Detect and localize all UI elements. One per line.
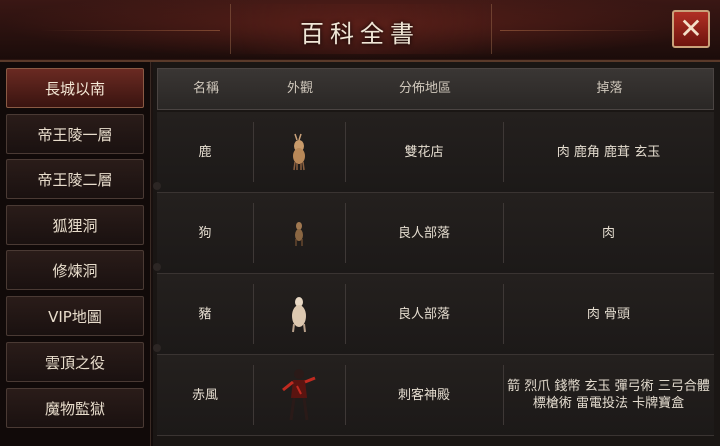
table-row[interactable]: 鹿 雙花店 肉 鹿角 鹿茸 玄玉 [153, 112, 714, 193]
drops-text: 肉 [601, 225, 615, 241]
monster-location: 良人部落 [397, 306, 450, 322]
header-drops: 掉落 [596, 81, 623, 96]
deer-icon [293, 133, 305, 171]
sidebar-item-fox-cave[interactable]: 狐狸洞 [6, 205, 144, 245]
table-row[interactable]: 豬 良人部落 肉 骨頭 [153, 274, 714, 355]
table-row[interactable]: 狗 良人部落 肉 [153, 193, 714, 274]
monster-appearance [253, 274, 345, 354]
sidebar-item-monster-prison[interactable]: 魔物監獄 [6, 388, 144, 428]
monster-drops: 肉 骨頭 [503, 274, 714, 354]
dog-icon [295, 222, 303, 246]
monster-location: 刺客神殿 [397, 387, 450, 403]
close-button[interactable]: ✕ [672, 10, 710, 48]
sidebar-item-changcheng[interactable]: 長城以南 [6, 68, 144, 108]
warrior-icon [282, 369, 316, 421]
table-row[interactable]: 赤風 刺客神殿 箭 烈爪 錢幣 玄玉 彈弓術 三弓合體 標槍術 雷電投法 卡牌寶… [157, 355, 714, 436]
monster-drops: 肉 [503, 193, 714, 273]
monster-drops: 肉 鹿角 鹿茸 玄玉 [503, 112, 714, 192]
monster-name: 赤風 [191, 387, 218, 403]
title-decoration-right [500, 30, 660, 31]
sidebar-item-imperial-tomb-2[interactable]: 帝王陵二層 [6, 159, 144, 199]
drops-text: 標槍術 雷電投法 卡牌寶盒 [532, 396, 685, 411]
header-location: 分佈地區 [398, 81, 451, 96]
map-sidebar: 長城以南 帝王陵一層 帝王陵二層 狐狸洞 修煉洞 VIP地圖 雲頂之役 魔物監獄 [0, 62, 151, 446]
monster-location: 雙花店 [404, 144, 444, 160]
monster-table: 名稱 外觀 分佈地區 掉落 鹿 雙花店 肉 鹿角 鹿茸 玄玉 狗 良人部落 肉 … [153, 62, 720, 446]
title-bar: 百科全書 ✕ [0, 0, 720, 62]
sidebar-item-cloud-battle[interactable]: 雲頂之役 [6, 342, 144, 382]
close-icon: ✕ [679, 12, 703, 45]
monster-name: 狗 [198, 225, 212, 241]
encyclopedia-window: 百科全書 ✕ 長城以南 帝王陵一層 帝王陵二層 狐狸洞 修煉洞 VIP地圖 雲頂… [0, 0, 720, 446]
pig-icon [292, 297, 306, 333]
title-decoration-left [40, 30, 220, 31]
header-appearance: 外觀 [286, 81, 313, 96]
monster-name: 豬 [198, 306, 212, 322]
header-name: 名稱 [192, 81, 219, 96]
monster-name: 鹿 [198, 144, 212, 160]
sidebar-item-imperial-tomb-1[interactable]: 帝王陵一層 [6, 114, 144, 154]
sidebar-item-vip-map[interactable]: VIP地圖 [6, 296, 144, 336]
table-header: 名稱 外觀 分佈地區 掉落 [157, 68, 714, 110]
drops-text: 肉 骨頭 [586, 306, 631, 322]
drops-text: 箭 烈爪 錢幣 玄玉 彈弓術 三弓合體 [507, 379, 710, 394]
monster-appearance [253, 193, 345, 273]
drops-text: 肉 鹿角 鹿茸 玄玉 [556, 144, 661, 160]
monster-appearance [253, 112, 345, 192]
monster-drops: 箭 烈爪 錢幣 玄玉 彈弓術 三弓合體 標槍術 雷電投法 卡牌寶盒 [503, 355, 714, 435]
monster-appearance [253, 355, 345, 435]
monster-location: 良人部落 [397, 225, 450, 241]
sidebar-item-training-cave[interactable]: 修煉洞 [6, 250, 144, 290]
window-title: 百科全書 [300, 20, 420, 48]
